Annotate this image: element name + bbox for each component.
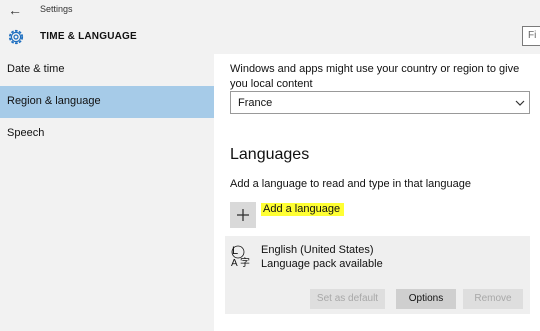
page-title: TIME & LANGUAGE	[40, 31, 137, 42]
sidebar: Date & time Region & language Speech	[0, 54, 214, 331]
language-icon: L A 字	[231, 245, 250, 268]
back-arrow-icon[interactable]: ←	[6, 2, 24, 18]
main-content: Windows and apps might use your country …	[214, 54, 540, 331]
add-language-button[interactable]	[230, 202, 256, 228]
plus-icon	[237, 209, 249, 221]
language-status: Language pack available	[261, 258, 383, 270]
search-input[interactable]: Fi	[522, 26, 540, 46]
add-language-link[interactable]: Add a language	[261, 203, 345, 216]
sidebar-item-speech[interactable]: Speech	[0, 118, 214, 150]
sidebar-item-date-time[interactable]: Date & time	[0, 54, 214, 86]
set-as-default-button[interactable]: Set as default	[310, 289, 385, 309]
country-value: France	[238, 97, 273, 109]
language-name: English (United States)	[261, 244, 374, 256]
country-dropdown[interactable]: France	[230, 91, 530, 114]
language-list-item[interactable]: L A 字 English (United States) Language p…	[225, 236, 530, 314]
remove-button[interactable]: Remove	[463, 289, 523, 309]
sidebar-item-region-language[interactable]: Region & language	[0, 86, 214, 118]
title-bar: ← Settings	[0, 0, 540, 22]
options-button[interactable]: Options	[396, 289, 456, 309]
svg-text:A: A	[231, 258, 238, 268]
page-header: TIME & LANGUAGE Fi	[0, 22, 540, 54]
languages-description: Add a language to read and type in that …	[230, 178, 471, 190]
window-title: Settings	[40, 4, 73, 14]
region-description: Windows and apps might use your country …	[230, 63, 520, 90]
gear-icon	[8, 29, 24, 45]
languages-heading: Languages	[230, 146, 310, 163]
chevron-down-icon	[515, 100, 525, 106]
svg-text:字: 字	[240, 256, 250, 268]
